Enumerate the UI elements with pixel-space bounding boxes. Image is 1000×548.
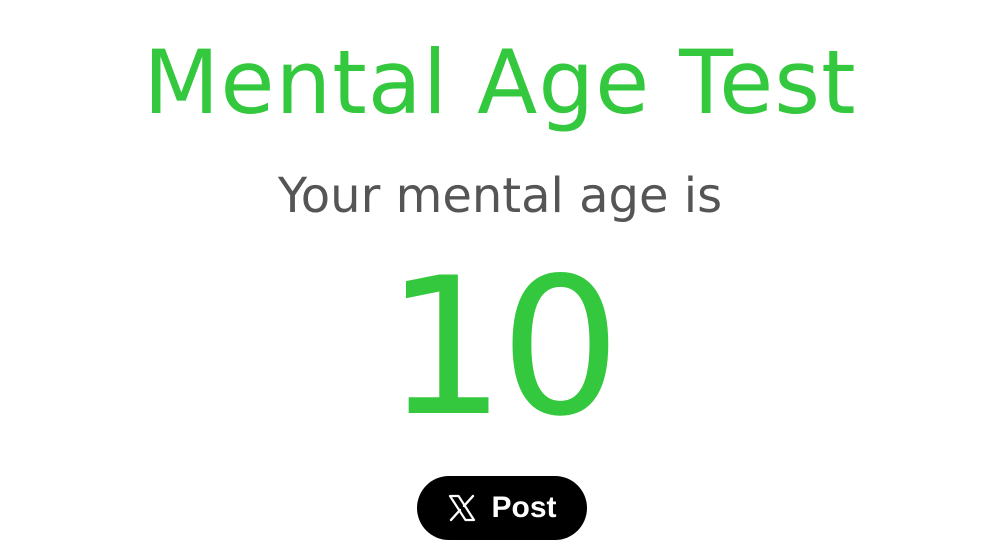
result-page: Mental Age Test Your mental age is 10 Po… xyxy=(0,0,1000,548)
post-button-label: Post xyxy=(491,491,557,524)
x-logo-icon xyxy=(447,493,477,523)
mental-age-value: 10 xyxy=(385,237,621,458)
page-title: Mental Age Test xyxy=(143,31,857,134)
post-to-x-button[interactable]: Post xyxy=(417,476,587,540)
result-subtitle: Your mental age is xyxy=(277,168,723,224)
